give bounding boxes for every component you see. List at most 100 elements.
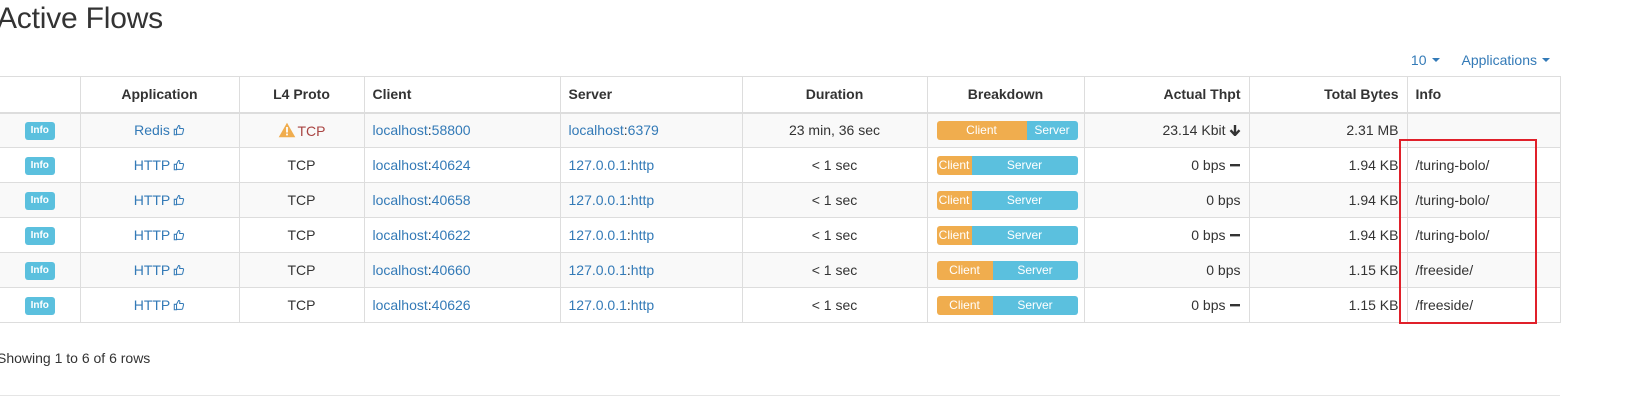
application-link[interactable]: HTTP (134, 227, 171, 243)
actions-cell: Info (0, 252, 81, 288)
header-server[interactable]: Server (559, 76, 743, 114)
info-button[interactable]: Info (24, 227, 55, 245)
header-info[interactable]: Info (1406, 76, 1561, 114)
server-host-link[interactable]: 127.0.0.1 (569, 157, 627, 173)
client-cell: localhost:40658 (363, 182, 561, 218)
l4proto-value: TCP (287, 157, 316, 173)
client-cell: localhost:40626 (363, 287, 561, 323)
info-button[interactable]: Info (24, 157, 55, 175)
application-link[interactable]: HTTP (134, 297, 171, 313)
thpt-value: 0 bps (1191, 227, 1226, 243)
duration-cell: 23 min, 36 sec (741, 112, 928, 148)
header-client[interactable]: Client (363, 76, 561, 114)
header-application[interactable]: Application (79, 76, 240, 114)
duration-cell: < 1 sec (741, 182, 928, 218)
thpt-value: 0 bps (1206, 262, 1241, 278)
breakdown-bar: Client Server (936, 225, 1078, 245)
client-cell: localhost:40660 (363, 252, 561, 288)
thumbs-up-icon (174, 299, 185, 311)
bytes-cell: 1.94 KB (1248, 147, 1408, 183)
thumbs-up-icon (173, 125, 184, 136)
client-port-link[interactable]: 40622 (432, 227, 471, 243)
bytes-cell: 1.15 KB (1248, 252, 1408, 288)
server-host-link[interactable]: localhost (569, 122, 624, 138)
page-size-dropdown[interactable]: 10 (1411, 52, 1440, 68)
client-cell: localhost:58800 (363, 112, 561, 148)
breakdown-server-segment: Server (992, 260, 1078, 280)
breakdown-bar: Client Server (936, 260, 1078, 280)
server-port-link[interactable]: http (631, 157, 654, 173)
thumbs-up-icon (174, 264, 185, 276)
server-cell: 127.0.0.1:http (559, 287, 743, 323)
client-host-link[interactable]: localhost (373, 262, 428, 278)
bytes-cell: 1.15 KB (1248, 287, 1408, 323)
server-port-link[interactable]: 6379 (628, 122, 659, 138)
client-port-link[interactable]: 40660 (432, 262, 471, 278)
server-cell: 127.0.0.1:http (559, 252, 743, 288)
client-host-link[interactable]: localhost (373, 122, 428, 138)
page-size-label: 10 (1410, 52, 1427, 68)
info-cell (1406, 112, 1561, 148)
client-cell: localhost:40622 (363, 217, 561, 253)
breakdown-server-segment: Server (992, 295, 1078, 315)
info-button[interactable]: Info (24, 192, 55, 210)
thpt-value: 0 bps (1191, 157, 1226, 173)
breakdown-cell: Client Server (926, 217, 1085, 253)
application-link[interactable]: Redis (134, 122, 170, 138)
application-link[interactable]: HTTP (134, 262, 171, 278)
page-title: Active Flows (0, 2, 163, 35)
info-cell: /turing-bolo/ (1406, 217, 1561, 253)
header-breakdown[interactable]: Breakdown (926, 76, 1085, 114)
breakdown-cell: Client Server (926, 252, 1085, 288)
header-actual-thpt[interactable]: Actual Thpt (1083, 76, 1250, 114)
thpt-cell: 0 bps (1083, 287, 1250, 323)
server-port-link[interactable]: http (631, 227, 654, 243)
breakdown-client-segment: Client (936, 190, 972, 210)
server-port-link[interactable]: http (631, 262, 654, 278)
application-link[interactable]: HTTP (134, 157, 171, 173)
info-button[interactable]: Info (24, 297, 55, 315)
client-port-link[interactable]: 58800 (432, 122, 471, 138)
client-host-link[interactable]: localhost (373, 192, 428, 208)
application-cell: HTTP (79, 287, 240, 323)
client-host-link[interactable]: localhost (373, 157, 428, 173)
info-button[interactable]: Info (24, 262, 55, 280)
breakdown-client-segment: Client (936, 120, 1027, 140)
server-host-link[interactable]: 127.0.0.1 (569, 227, 627, 243)
thpt-cell: 0 bps (1083, 182, 1250, 218)
server-port-link[interactable]: http (631, 297, 654, 313)
server-port-link[interactable]: http (631, 192, 654, 208)
client-host-link[interactable]: localhost (373, 227, 428, 243)
duration-cell: < 1 sec (741, 252, 928, 288)
client-port-link[interactable]: 40626 (432, 297, 471, 313)
breakdown-server-segment: Server (971, 155, 1078, 175)
table-row: Info HTTP TCP localhost:40624 127.0.0.1:http… (0, 147, 1561, 183)
info-cell: /freeside/ (1406, 252, 1561, 288)
breakdown-client-segment: Client (936, 295, 993, 315)
server-host-link[interactable]: 127.0.0.1 (569, 262, 627, 278)
breakdown-bar: Client Server (936, 190, 1078, 210)
breakdown-cell: Client Server (926, 147, 1085, 183)
bytes-cell: 1.94 KB (1248, 182, 1408, 218)
actions-cell: Info (0, 147, 81, 183)
client-port-link[interactable]: 40658 (432, 192, 471, 208)
application-link[interactable]: HTTP (134, 192, 171, 208)
l4proto-cell: TCP (238, 287, 365, 323)
server-host-link[interactable]: 127.0.0.1 (569, 192, 627, 208)
minus-icon (1229, 304, 1240, 307)
application-cell: HTTP (79, 147, 240, 183)
header-total-bytes[interactable]: Total Bytes (1248, 76, 1408, 114)
header-duration[interactable]: Duration (741, 76, 928, 114)
client-port-link[interactable]: 40624 (432, 157, 471, 173)
info-button[interactable]: Info (24, 122, 55, 141)
header-actions (0, 76, 81, 114)
table-row: Info HTTP TCP localhost:40622 127.0.0.1:http… (0, 217, 1561, 253)
server-host-link[interactable]: 127.0.0.1 (569, 297, 627, 313)
thpt-cell: 23.14 Kbit (1083, 112, 1250, 148)
applications-filter-dropdown[interactable]: Applications (1462, 52, 1550, 68)
application-cell: Redis (79, 112, 240, 148)
client-host-link[interactable]: localhost (373, 297, 428, 313)
actions-cell: Info (0, 112, 81, 148)
header-l4proto[interactable]: L4 Proto (238, 76, 365, 114)
caret-down-icon (1431, 58, 1440, 62)
